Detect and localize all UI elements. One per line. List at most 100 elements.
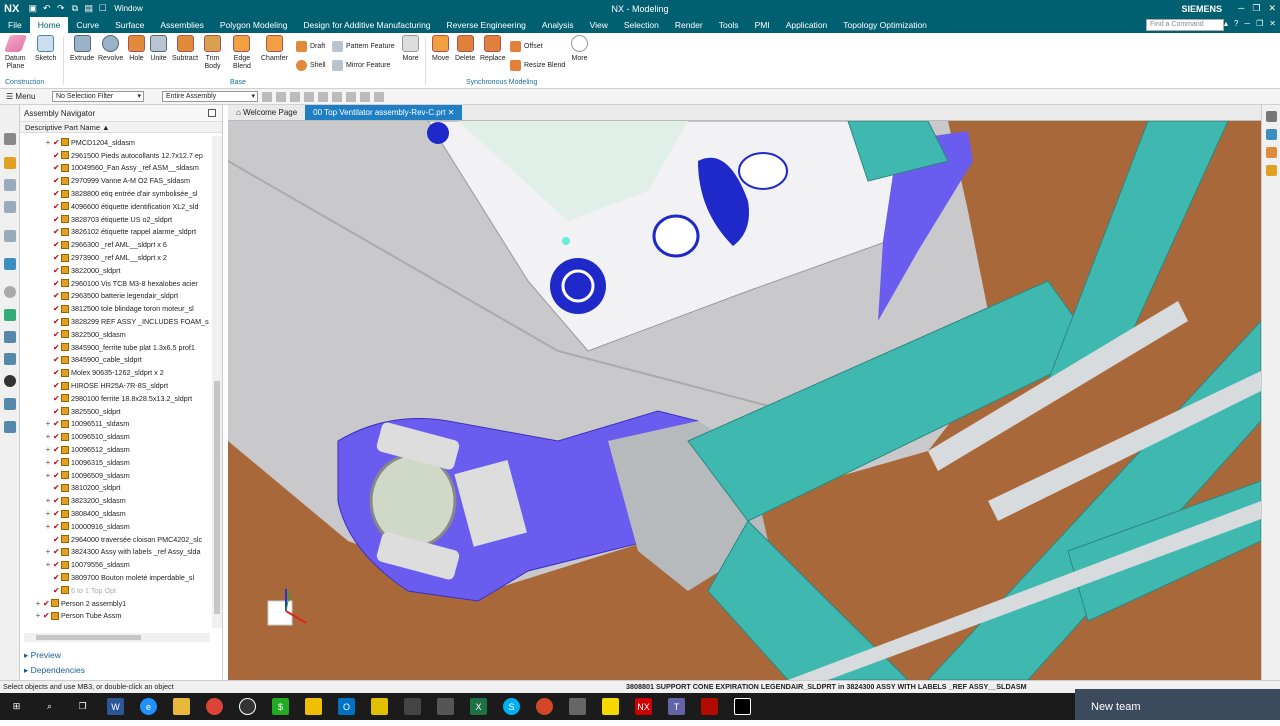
web-browser-icon[interactable]: [4, 258, 16, 270]
menu-file[interactable]: File: [0, 17, 30, 33]
expand-icon[interactable]: +: [44, 496, 52, 505]
expand-icon[interactable]: +: [44, 471, 52, 480]
inlet-port[interactable]: [369, 453, 457, 549]
visibility-check-icon[interactable]: ✔: [53, 547, 60, 556]
column-header-part-name[interactable]: Descriptive Part Name ▲: [20, 122, 222, 133]
acrobat-icon[interactable]: [701, 698, 718, 715]
help-icon[interactable]: ?: [1234, 19, 1238, 28]
subtract-button[interactable]: Subtract: [172, 35, 198, 63]
tree-row[interactable]: ✔ 3810200_sldprt: [20, 482, 212, 495]
visibility-check-icon[interactable]: ✔: [43, 599, 50, 608]
selection-scope-dropdown[interactable]: Entire Assembly: [162, 91, 258, 102]
search-icon[interactable]: ⌕: [41, 698, 58, 715]
select-tool-icon[interactable]: [262, 91, 272, 102]
visibility-check-icon[interactable]: ✔: [53, 509, 60, 518]
visibility-check-icon[interactable]: ✔: [53, 445, 60, 454]
tree-row[interactable]: ✔ HIROSE HR25A-7R-8S_sldprt: [20, 379, 212, 392]
power-button[interactable]: [550, 258, 606, 314]
visibility-check-icon[interactable]: ✔: [53, 317, 60, 326]
visibility-check-icon[interactable]: ✔: [43, 611, 50, 620]
expand-icon[interactable]: +: [44, 432, 52, 441]
app-icon-6[interactable]: [569, 698, 586, 715]
tab-welcome-page[interactable]: ⌂ Welcome Page: [228, 105, 305, 120]
tree-row[interactable]: ✔ 2964000 traversée cloison PMC4202_slc: [20, 533, 212, 546]
filter-icon[interactable]: [290, 91, 300, 102]
visibility-check-icon[interactable]: ✔: [53, 330, 60, 339]
paste-icon[interactable]: ▤: [83, 3, 94, 14]
word-icon[interactable]: W: [107, 698, 124, 715]
menu-topology-optimization[interactable]: Topology Optimization: [835, 17, 935, 33]
tree-row[interactable]: + ✔ 10096315_sldasm: [20, 456, 212, 469]
history-icon[interactable]: [4, 286, 16, 298]
base-more-button[interactable]: More: [402, 35, 419, 63]
visibility-check-icon[interactable]: ✔: [53, 202, 60, 211]
app-icon-3[interactable]: [305, 698, 322, 715]
layer-icon[interactable]: [1266, 147, 1277, 158]
tree-row[interactable]: + ✔ PMCD1204_sldasm: [20, 136, 212, 149]
powerpoint-icon[interactable]: [536, 698, 553, 715]
nx-taskbar-icon[interactable]: NX: [635, 698, 652, 715]
tree-row[interactable]: ✔ 3828800 etiq entrée d'air symbolisée_sl: [20, 187, 212, 200]
reuse-library-icon[interactable]: [4, 201, 16, 213]
command-finder-input[interactable]: Find a Command: [1146, 19, 1224, 31]
battery-button[interactable]: [652, 214, 700, 258]
pattern-feature-button[interactable]: Pattern Feature: [332, 41, 395, 52]
expand-icon[interactable]: +: [44, 522, 52, 531]
visibility-check-icon[interactable]: ✔: [53, 343, 60, 352]
tree-row[interactable]: ✔ 2980100 ferrite 18.8x28.5x13.2_sldprt: [20, 392, 212, 405]
expand-icon[interactable]: +: [44, 138, 52, 147]
graphics-viewport[interactable]: [228, 121, 1261, 680]
sync-more-button[interactable]: More: [571, 35, 588, 63]
snap-mid-icon[interactable]: [332, 91, 342, 102]
resize-blend-button[interactable]: Resize Blend: [510, 60, 565, 71]
menu-analysis[interactable]: Analysis: [534, 17, 582, 33]
tree-row[interactable]: + ✔ 10000916_sldasm: [20, 520, 212, 533]
window-menu[interactable]: Window: [114, 4, 142, 13]
roles-icon[interactable]: [4, 331, 16, 343]
tree-row[interactable]: ✔ 3828299 REF ASSY _INCLUDES FOAM_s: [20, 315, 212, 328]
visibility-check-icon[interactable]: ✔: [53, 189, 60, 198]
visibility-check-icon[interactable]: ✔: [53, 407, 60, 416]
training-icon[interactable]: [4, 421, 16, 433]
copy-icon[interactable]: ⧉: [69, 3, 80, 14]
menu-assemblies[interactable]: Assemblies: [152, 17, 211, 33]
expand-icon[interactable]: +: [44, 509, 52, 518]
touch-mode-icon[interactable]: ☐: [97, 3, 108, 14]
tree-row[interactable]: ✔ 2970999 Vanne A-M O2 FAS_sldasm: [20, 174, 212, 187]
visibility-check-icon[interactable]: ✔: [53, 138, 60, 147]
app-icon-4[interactable]: [371, 698, 388, 715]
visibility-check-icon[interactable]: ✔: [53, 496, 60, 505]
display-icon[interactable]: [1266, 129, 1277, 140]
shell-button[interactable]: Shell: [296, 60, 326, 71]
tree-row[interactable]: ✔ 2960100 Vis TCB M3-8 hexalobes acier: [20, 277, 212, 290]
constraint-navigator-icon[interactable]: [4, 157, 16, 169]
visibility-check-icon[interactable]: ✔: [53, 215, 60, 224]
snap-icon[interactable]: [276, 91, 286, 102]
replace-face-button[interactable]: Replace: [480, 35, 506, 63]
notification-toast[interactable]: New team: [1075, 689, 1280, 720]
tab-top-ventilator-assembly[interactable]: 00 Top Ventilator assembly-Rev-C.prt ✕: [305, 105, 463, 120]
hd3d-tools-icon[interactable]: [4, 230, 16, 242]
tree-row[interactable]: + ✔ 10096509_sldasm: [20, 469, 212, 482]
menu-selection[interactable]: Selection: [616, 17, 667, 33]
offset-button[interactable]: Offset: [510, 41, 543, 52]
tree-row[interactable]: ✔ 3828703 étiquette US o2_sldprt: [20, 213, 212, 226]
tree-row[interactable]: ✔ Molex 90635-1262_sldprt x 2: [20, 366, 212, 379]
dependencies-pane[interactable]: ▸ Dependencies: [24, 665, 85, 676]
edge-icon[interactable]: e: [140, 698, 157, 715]
revolve-button[interactable]: Revolve: [98, 35, 123, 63]
visibility-check-icon[interactable]: ✔: [53, 560, 60, 569]
visibility-check-icon[interactable]: ✔: [53, 573, 60, 582]
vertical-scrollbar[interactable]: [212, 136, 222, 628]
horizontal-scrollbar[interactable]: [24, 633, 210, 642]
tree-row[interactable]: ✔ 3812500 tole blindage toron moteur_sl: [20, 302, 212, 315]
file-explorer-icon[interactable]: [173, 698, 190, 715]
snap-quad-icon[interactable]: [360, 91, 370, 102]
app-icon-5[interactable]: [437, 698, 454, 715]
visibility-check-icon[interactable]: ✔: [53, 432, 60, 441]
undo-icon[interactable]: ↶: [41, 3, 52, 14]
tree-row[interactable]: ✔ 3826102 étiquette rappel alarme_sldprt: [20, 226, 212, 239]
menu-view[interactable]: View: [582, 17, 616, 33]
visibility-check-icon[interactable]: ✔: [53, 419, 60, 428]
snap-point-icon[interactable]: [304, 91, 314, 102]
